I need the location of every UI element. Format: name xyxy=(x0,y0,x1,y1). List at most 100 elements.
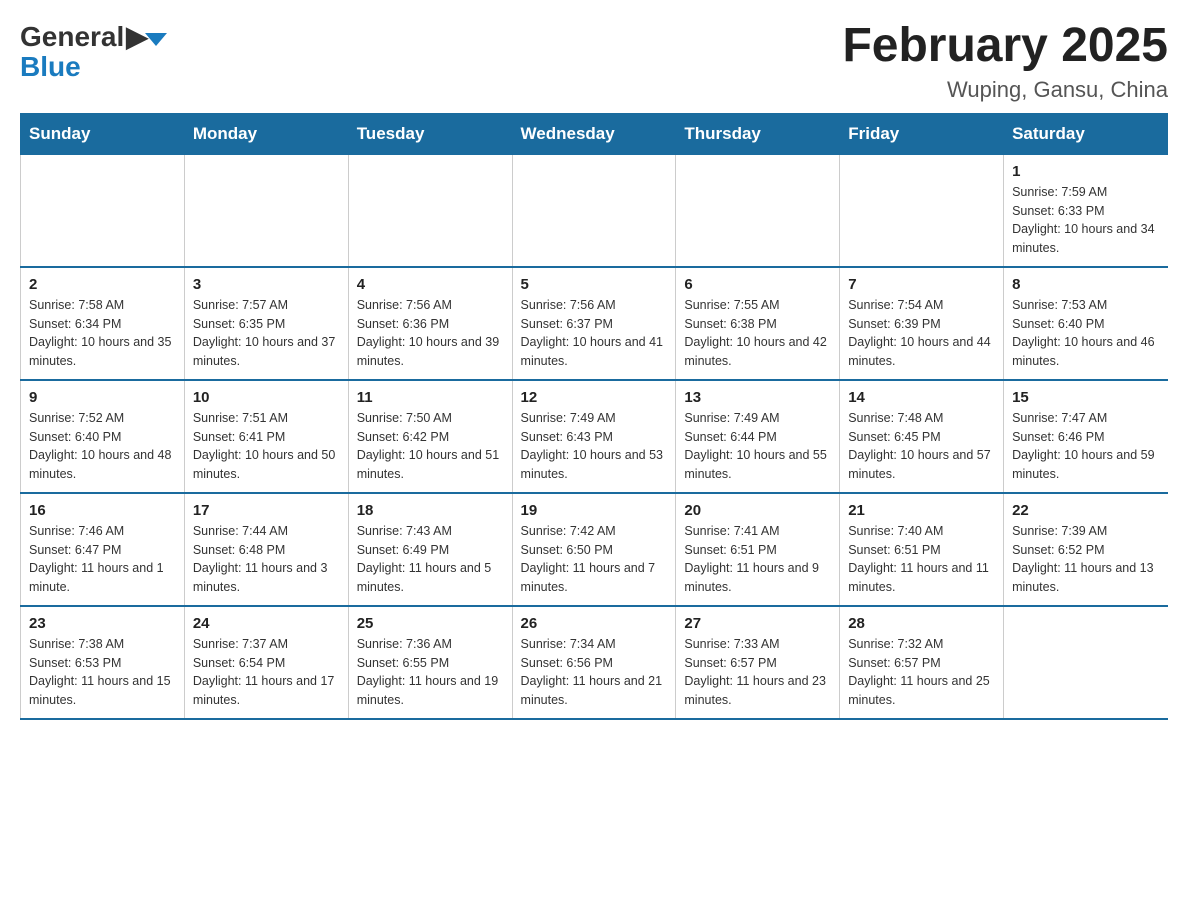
calendar-cell: 11 Sunrise: 7:50 AM Sunset: 6:42 PM Dayli… xyxy=(348,380,512,493)
day-info: Sunrise: 7:55 AM Sunset: 6:38 PM Dayligh… xyxy=(684,296,831,371)
calendar-cell: 3Sunrise: 7:57 AM Sunset: 6:35 PM Daylig… xyxy=(184,267,348,380)
logo-arrow-icon xyxy=(145,33,167,46)
day-info: Sunrise: 7:48 AM Sunset: 6:45 PM Dayligh… xyxy=(848,409,995,484)
calendar-cell: 2 Sunrise: 7:58 AM Sunset: 6:34 PM Daylig… xyxy=(21,267,185,380)
day-number: 6 xyxy=(684,276,831,293)
day-number: 5 xyxy=(521,276,668,293)
calendar-cell: 7 Sunrise: 7:54 AM Sunset: 6:39 PM Daylig… xyxy=(840,267,1004,380)
day-number: 28 xyxy=(848,615,995,632)
location: Wuping, Gansu, China xyxy=(842,77,1168,103)
day-info: Sunrise: 7:43 AM Sunset: 6:49 PM Dayligh… xyxy=(357,522,504,597)
day-number: 19 xyxy=(521,502,668,519)
day-number: 9 xyxy=(29,389,176,406)
day-number: 7 xyxy=(848,276,995,293)
calendar-cell: 20 Sunrise: 7:41 AM Sunset: 6:51 PM Dayli… xyxy=(676,493,840,606)
calendar-cell: 13 Sunrise: 7:49 AM Sunset: 6:44 PM Dayli… xyxy=(676,380,840,493)
calendar-cell: 17 Sunrise: 7:44 AM Sunset: 6:48 PM Dayli… xyxy=(184,493,348,606)
calendar-header-row: SundayMondayTuesdayWednesdayThursdayFrid… xyxy=(21,113,1168,154)
calendar-cell: 16 Sunrise: 7:46 AM Sunset: 6:47 PM Dayli… xyxy=(21,493,185,606)
calendar-table: SundayMondayTuesdayWednesdayThursdayFrid… xyxy=(20,113,1168,720)
day-info: Sunrise: 7:49 AM Sunset: 6:43 PM Dayligh… xyxy=(521,409,668,484)
day-number: 16 xyxy=(29,502,176,519)
day-number: 2 xyxy=(29,276,176,293)
day-info: Sunrise: 7:53 AM Sunset: 6:40 PM Dayligh… xyxy=(1012,296,1159,371)
calendar-cell: 10 Sunrise: 7:51 AM Sunset: 6:41 PM Dayli… xyxy=(184,380,348,493)
day-of-week-header: Thursday xyxy=(676,113,840,154)
calendar-cell: 24 Sunrise: 7:37 AM Sunset: 6:54 PM Dayli… xyxy=(184,606,348,719)
calendar-cell xyxy=(512,154,676,267)
calendar-cell: 26 Sunrise: 7:34 AM Sunset: 6:56 PM Dayli… xyxy=(512,606,676,719)
day-of-week-header: Tuesday xyxy=(348,113,512,154)
day-info: Sunrise: 7:54 AM Sunset: 6:39 PM Dayligh… xyxy=(848,296,995,371)
day-number: 21 xyxy=(848,502,995,519)
calendar-cell xyxy=(184,154,348,267)
day-number: 20 xyxy=(684,502,831,519)
calendar-week-row: 16 Sunrise: 7:46 AM Sunset: 6:47 PM Dayli… xyxy=(21,493,1168,606)
calendar-cell xyxy=(1004,606,1168,719)
calendar-cell xyxy=(676,154,840,267)
day-info: Sunrise: 7:41 AM Sunset: 6:51 PM Dayligh… xyxy=(684,522,831,597)
calendar-cell: 27Sunrise: 7:33 AM Sunset: 6:57 PM Dayli… xyxy=(676,606,840,719)
calendar-cell: 15 Sunrise: 7:47 AM Sunset: 6:46 PM Dayli… xyxy=(1004,380,1168,493)
day-of-week-header: Sunday xyxy=(21,113,185,154)
calendar-week-row: 23Sunrise: 7:38 AM Sunset: 6:53 PM Dayli… xyxy=(21,606,1168,719)
day-number: 12 xyxy=(521,389,668,406)
day-info: Sunrise: 7:32 AM Sunset: 6:57 PM Dayligh… xyxy=(848,635,995,710)
day-number: 17 xyxy=(193,502,340,519)
day-info: Sunrise: 7:40 AM Sunset: 6:51 PM Dayligh… xyxy=(848,522,995,597)
calendar-cell: 8Sunrise: 7:53 AM Sunset: 6:40 PM Daylig… xyxy=(1004,267,1168,380)
calendar-cell xyxy=(348,154,512,267)
day-info: Sunrise: 7:51 AM Sunset: 6:41 PM Dayligh… xyxy=(193,409,340,484)
logo: General ▶ Blue xyxy=(20,20,167,81)
day-number: 13 xyxy=(684,389,831,406)
calendar-cell: 22Sunrise: 7:39 AM Sunset: 6:52 PM Dayli… xyxy=(1004,493,1168,606)
day-info: Sunrise: 7:57 AM Sunset: 6:35 PM Dayligh… xyxy=(193,296,340,371)
day-info: Sunrise: 7:49 AM Sunset: 6:44 PM Dayligh… xyxy=(684,409,831,484)
day-info: Sunrise: 7:56 AM Sunset: 6:37 PM Dayligh… xyxy=(521,296,668,371)
day-of-week-header: Saturday xyxy=(1004,113,1168,154)
calendar-cell: 9Sunrise: 7:52 AM Sunset: 6:40 PM Daylig… xyxy=(21,380,185,493)
logo-blue-text: Blue xyxy=(20,53,81,81)
day-info: Sunrise: 7:50 AM Sunset: 6:42 PM Dayligh… xyxy=(357,409,504,484)
day-info: Sunrise: 7:56 AM Sunset: 6:36 PM Dayligh… xyxy=(357,296,504,371)
day-number: 18 xyxy=(357,502,504,519)
calendar-cell: 28 Sunrise: 7:32 AM Sunset: 6:57 PM Dayli… xyxy=(840,606,1004,719)
day-number: 11 xyxy=(357,389,504,406)
calendar-cell: 12 Sunrise: 7:49 AM Sunset: 6:43 PM Dayli… xyxy=(512,380,676,493)
calendar-cell: 18 Sunrise: 7:43 AM Sunset: 6:49 PM Dayli… xyxy=(348,493,512,606)
day-info: Sunrise: 7:33 AM Sunset: 6:57 PM Dayligh… xyxy=(684,635,831,710)
calendar-cell: 4 Sunrise: 7:56 AM Sunset: 6:36 PM Daylig… xyxy=(348,267,512,380)
day-number: 15 xyxy=(1012,389,1159,406)
day-info: Sunrise: 7:47 AM Sunset: 6:46 PM Dayligh… xyxy=(1012,409,1159,484)
calendar-cell: 21 Sunrise: 7:40 AM Sunset: 6:51 PM Dayli… xyxy=(840,493,1004,606)
calendar-cell: 5 Sunrise: 7:56 AM Sunset: 6:37 PM Daylig… xyxy=(512,267,676,380)
day-number: 24 xyxy=(193,615,340,632)
calendar-cell: 23Sunrise: 7:38 AM Sunset: 6:53 PM Dayli… xyxy=(21,606,185,719)
day-info: Sunrise: 7:44 AM Sunset: 6:48 PM Dayligh… xyxy=(193,522,340,597)
day-number: 25 xyxy=(357,615,504,632)
calendar-cell: 25 Sunrise: 7:36 AM Sunset: 6:55 PM Dayli… xyxy=(348,606,512,719)
day-of-week-header: Friday xyxy=(840,113,1004,154)
day-number: 4 xyxy=(357,276,504,293)
calendar-week-row: 9Sunrise: 7:52 AM Sunset: 6:40 PM Daylig… xyxy=(21,380,1168,493)
day-info: Sunrise: 7:37 AM Sunset: 6:54 PM Dayligh… xyxy=(193,635,340,710)
day-number: 1 xyxy=(1012,163,1159,180)
day-info: Sunrise: 7:34 AM Sunset: 6:56 PM Dayligh… xyxy=(521,635,668,710)
calendar-week-row: 2 Sunrise: 7:58 AM Sunset: 6:34 PM Daylig… xyxy=(21,267,1168,380)
day-number: 14 xyxy=(848,389,995,406)
calendar-cell: 6 Sunrise: 7:55 AM Sunset: 6:38 PM Daylig… xyxy=(676,267,840,380)
calendar-week-row: 1Sunrise: 7:59 AM Sunset: 6:33 PM Daylig… xyxy=(21,154,1168,267)
calendar-cell: 19 Sunrise: 7:42 AM Sunset: 6:50 PM Dayli… xyxy=(512,493,676,606)
calendar-cell: 1Sunrise: 7:59 AM Sunset: 6:33 PM Daylig… xyxy=(1004,154,1168,267)
day-info: Sunrise: 7:42 AM Sunset: 6:50 PM Dayligh… xyxy=(521,522,668,597)
calendar-cell xyxy=(840,154,1004,267)
month-title: February 2025 xyxy=(842,20,1168,73)
day-of-week-header: Monday xyxy=(184,113,348,154)
day-of-week-header: Wednesday xyxy=(512,113,676,154)
day-info: Sunrise: 7:58 AM Sunset: 6:34 PM Dayligh… xyxy=(29,296,176,371)
day-number: 26 xyxy=(521,615,668,632)
day-number: 10 xyxy=(193,389,340,406)
day-info: Sunrise: 7:46 AM Sunset: 6:47 PM Dayligh… xyxy=(29,522,176,597)
day-info: Sunrise: 7:38 AM Sunset: 6:53 PM Dayligh… xyxy=(29,635,176,710)
day-info: Sunrise: 7:36 AM Sunset: 6:55 PM Dayligh… xyxy=(357,635,504,710)
